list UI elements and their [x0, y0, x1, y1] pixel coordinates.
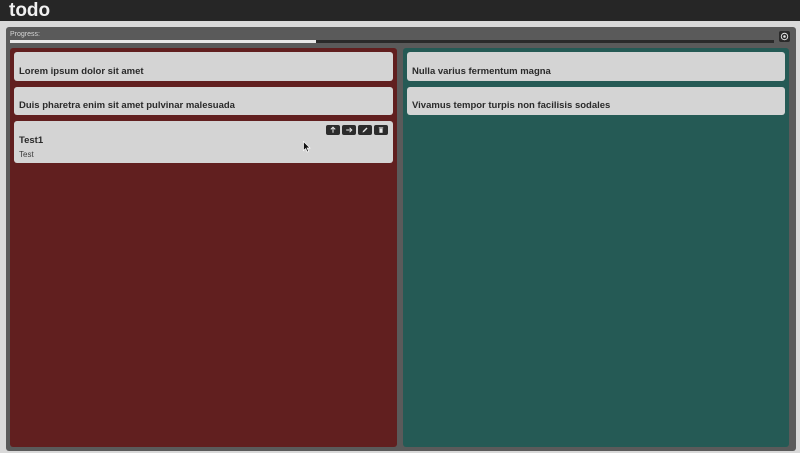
- gear-icon: [780, 32, 789, 41]
- progress-bar: [10, 40, 774, 43]
- app-title: todo: [9, 0, 51, 21]
- card[interactable]: Lorem ipsum dolor sit amet: [14, 52, 393, 81]
- progress-label: Progress:: [10, 31, 40, 38]
- move-up-button[interactable]: [326, 125, 340, 135]
- progress-bar-fill: [10, 40, 316, 43]
- card[interactable]: Vivamus tempor turpis non facilisis soda…: [407, 87, 785, 115]
- arrow-right-icon: [346, 127, 353, 133]
- move-right-button[interactable]: [342, 125, 356, 135]
- trash-icon: [378, 127, 384, 133]
- card[interactable]: Nulla varius fermentum magna: [407, 52, 785, 81]
- delete-button[interactable]: [374, 125, 388, 135]
- card-title: Duis pharetra enim sit amet pulvinar mal…: [19, 100, 235, 111]
- pencil-icon: [362, 127, 368, 133]
- card-expanded[interactable]: Test1 Test: [14, 121, 393, 163]
- card-title: Test1: [19, 135, 44, 146]
- app-title-bar: todo: [0, 0, 800, 21]
- arrow-up-icon: [330, 126, 336, 133]
- card-title: Vivamus tempor turpis non facilisis soda…: [412, 100, 611, 111]
- settings-button[interactable]: [779, 31, 790, 42]
- column-left: Lorem ipsum dolor sit amet Duis pharetra…: [10, 48, 397, 447]
- card[interactable]: Duis pharetra enim sit amet pulvinar mal…: [14, 87, 393, 115]
- card-title: Lorem ipsum dolor sit amet: [19, 66, 144, 77]
- board: Progress: Lorem ipsum dolor sit amet Dui…: [6, 27, 796, 451]
- card-actions: [326, 125, 388, 135]
- card-description: Test: [19, 150, 34, 159]
- card-title: Nulla varius fermentum magna: [412, 66, 551, 77]
- edit-button[interactable]: [358, 125, 372, 135]
- column-right: Nulla varius fermentum magna Vivamus tem…: [403, 48, 789, 447]
